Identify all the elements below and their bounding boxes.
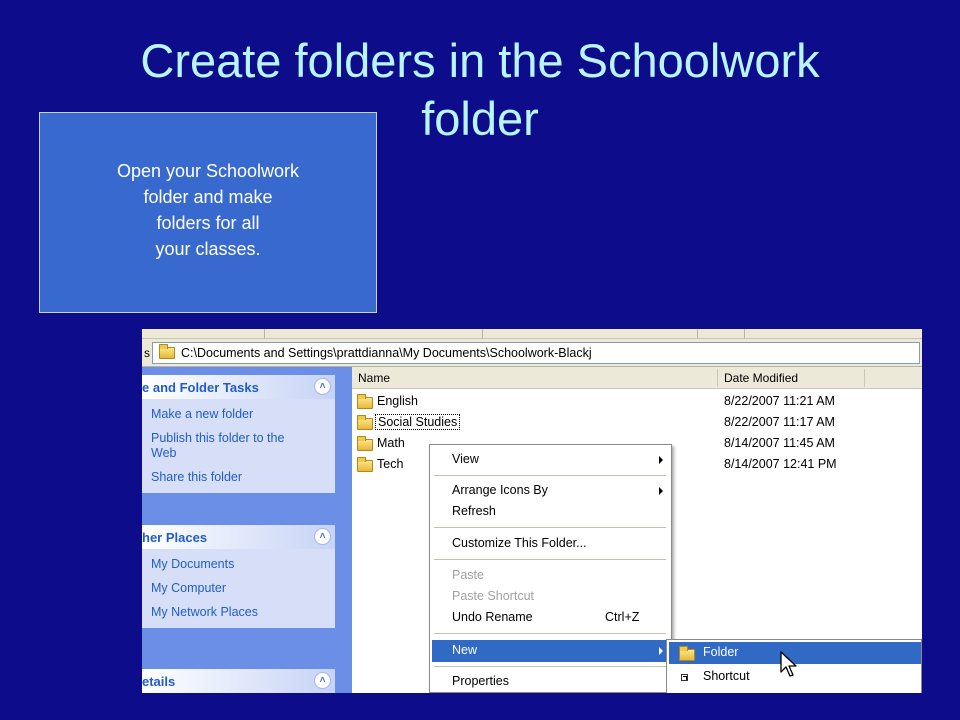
- menu-item-new[interactable]: New: [432, 640, 669, 662]
- folder-icon: [357, 436, 373, 451]
- column-divider[interactable]: [864, 369, 865, 387]
- share-folder-link[interactable]: Share this folder: [151, 470, 311, 485]
- column-header-date[interactable]: Date Modified: [724, 371, 798, 385]
- menu-separator: [434, 527, 666, 528]
- toolbar-divider: [264, 329, 265, 339]
- group-title: e and Folder Tasks: [142, 380, 259, 395]
- collapse-chevron-icon[interactable]: ˄: [314, 528, 331, 545]
- make-new-folder-link[interactable]: Make a new folder: [151, 407, 311, 422]
- other-places-group: her Places ˄ My Documents My Computer My…: [142, 525, 335, 628]
- menu-item-label: Customize This Folder...: [452, 536, 587, 550]
- my-documents-link[interactable]: My Documents: [151, 557, 311, 572]
- folder-icon: [679, 646, 695, 661]
- column-header-name[interactable]: Name: [358, 371, 390, 385]
- menu-item-label: Paste: [452, 568, 484, 582]
- file-name: English: [377, 394, 418, 408]
- file-name: Social Studies: [375, 414, 461, 430]
- menu-separator: [434, 666, 666, 667]
- file-row[interactable]: English 8/22/2007 11:21 AM: [352, 391, 922, 411]
- group-body: My Documents My Computer My Network Plac…: [142, 549, 335, 628]
- callout-line: folders for all: [156, 213, 260, 233]
- explorer-screenshot: s C:\Documents and Settings\prattdianna\…: [142, 329, 922, 693]
- menu-item-shortcut-key: Ctrl+Z: [605, 610, 640, 624]
- folder-icon: [159, 344, 175, 359]
- menu-item-label: Properties: [452, 674, 509, 688]
- menu-item-properties[interactable]: Properties: [432, 671, 669, 693]
- submenu-arrow-icon: [659, 487, 663, 495]
- file-name: Math: [377, 436, 405, 450]
- menu-separator: [434, 633, 666, 634]
- address-path: C:\Documents and Settings\prattdianna\My…: [181, 346, 592, 360]
- column-divider[interactable]: [717, 369, 718, 387]
- menu-item-label: View: [452, 452, 479, 466]
- folder-icon: [357, 415, 373, 430]
- group-title: etails: [142, 674, 176, 689]
- menu-item-undo-rename[interactable]: Undo Rename Ctrl+Z: [432, 607, 669, 629]
- group-body: Make a new folder Publish this folder to…: [142, 399, 335, 493]
- address-input[interactable]: C:\Documents and Settings\prattdianna\My…: [152, 342, 920, 364]
- group-title: her Places: [142, 530, 208, 545]
- slide-title-line-1: Create folders in the Schoolwork: [140, 34, 820, 87]
- menu-item-label: Arrange Icons By: [452, 483, 548, 497]
- shortcut-icon: [681, 674, 688, 681]
- group-header[interactable]: e and Folder Tasks ˄: [142, 375, 335, 399]
- my-network-places-link[interactable]: My Network Places: [151, 605, 311, 620]
- group-header[interactable]: etails ˄: [142, 669, 335, 693]
- menu-item-label: Refresh: [452, 504, 496, 518]
- callout-line: Open your Schoolwork: [116, 161, 300, 181]
- toolbar-divider: [482, 329, 483, 339]
- task-pane: e and Folder Tasks ˄ Make a new folder P…: [142, 367, 352, 693]
- instruction-callout: Open your Schoolwork folder and make fol…: [39, 112, 377, 313]
- menu-item-label: Paste Shortcut: [452, 589, 534, 603]
- menu-item-arrange-icons[interactable]: Arrange Icons By: [432, 480, 669, 502]
- publish-folder-link[interactable]: Publish this folder to the Web: [151, 431, 311, 461]
- details-group: etails ˄: [142, 669, 335, 693]
- address-bar: s C:\Documents and Settings\prattdianna\…: [142, 339, 922, 367]
- menu-item-paste[interactable]: Paste: [432, 565, 669, 587]
- collapse-chevron-icon[interactable]: ˄: [314, 378, 331, 395]
- menu-item-label: Folder: [703, 645, 739, 659]
- file-name: Tech: [377, 457, 404, 471]
- submenu-arrow-icon: [659, 456, 663, 464]
- collapse-chevron-icon[interactable]: ˄: [314, 672, 331, 689]
- callout-line: folder and make: [143, 187, 273, 207]
- toolbar-divider: [744, 329, 745, 339]
- menu-item-label: Undo Rename: [452, 610, 533, 624]
- my-computer-link[interactable]: My Computer: [151, 581, 311, 596]
- menu-item-label: New: [452, 643, 478, 657]
- folder-icon: [357, 394, 373, 409]
- menu-separator: [434, 475, 666, 476]
- file-date: 8/22/2007 11:21 AM: [724, 394, 835, 408]
- menu-item-customize[interactable]: Customize This Folder...: [432, 533, 669, 555]
- menu-separator: [434, 559, 666, 560]
- mouse-pointer-icon: [780, 651, 797, 677]
- submenu-arrow-icon: [659, 647, 663, 655]
- address-label: s: [144, 346, 150, 360]
- context-menu: View Arrange Icons By Refresh Customize …: [429, 444, 672, 693]
- column-header-row: Name Date Modified: [352, 367, 922, 389]
- file-date: 8/14/2007 12:41 PM: [724, 457, 837, 471]
- menu-item-label: Shortcut: [703, 669, 750, 683]
- toolbar-divider: [697, 329, 698, 339]
- menu-item-paste-shortcut[interactable]: Paste Shortcut: [432, 586, 669, 608]
- folder-icon: [357, 457, 373, 472]
- file-date: 8/14/2007 11:45 AM: [724, 436, 835, 450]
- toolbar-strip: [142, 329, 922, 339]
- file-row[interactable]: Social Studies 8/22/2007 11:17 AM: [352, 412, 922, 432]
- file-folder-tasks-group: e and Folder Tasks ˄ Make a new folder P…: [142, 375, 335, 493]
- file-date: 8/22/2007 11:17 AM: [724, 415, 835, 429]
- menu-item-refresh[interactable]: Refresh: [432, 501, 669, 523]
- group-header[interactable]: her Places ˄: [142, 525, 335, 549]
- callout-line: your classes.: [155, 239, 261, 259]
- menu-item-view[interactable]: View: [432, 449, 669, 471]
